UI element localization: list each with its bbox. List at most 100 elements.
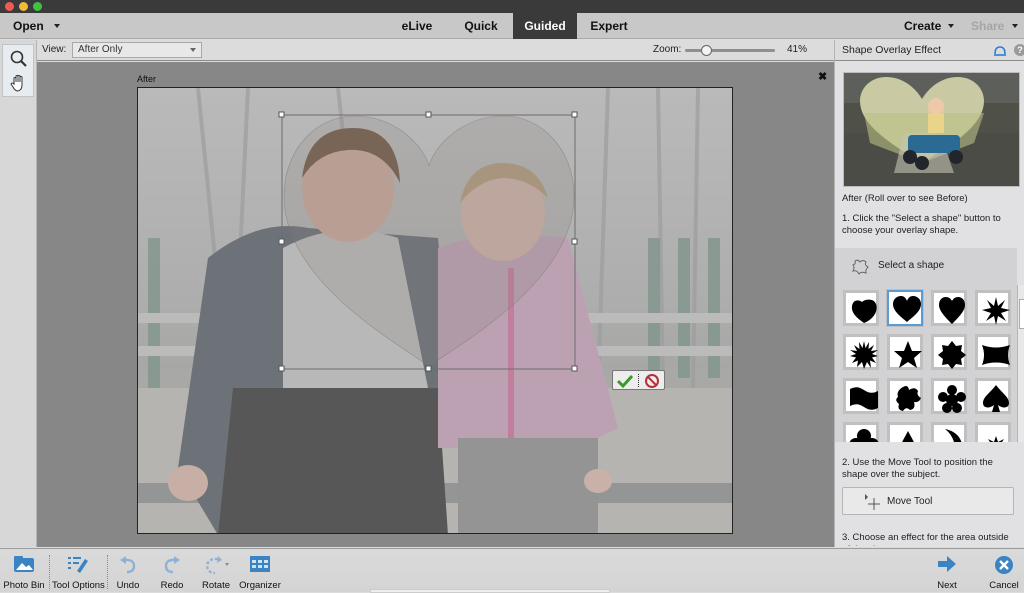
shape-grid-scrollbar[interactable] <box>1017 285 1024 442</box>
rotate-button[interactable]: Rotate <box>198 549 234 593</box>
shape-grid <box>835 285 1017 442</box>
view-select-value: After Only <box>78 44 123 55</box>
preview-image[interactable] <box>843 72 1020 187</box>
share-caret-icon[interactable] <box>1012 24 1018 28</box>
toolbox <box>2 44 34 97</box>
move-tool-button[interactable]: Move Tool <box>842 487 1014 515</box>
organizer-button[interactable]: Organizer <box>238 549 282 593</box>
open-dropdown-caret-icon[interactable] <box>54 24 60 28</box>
move-tool-icon <box>865 494 880 510</box>
window-minimize-button[interactable] <box>19 2 28 11</box>
transform-handle[interactable] <box>278 365 285 372</box>
transform-handle[interactable] <box>571 111 578 118</box>
shape-option-heart-wide[interactable] <box>931 290 967 326</box>
heart-wide-shape-icon <box>939 297 965 324</box>
tool-options-label: Tool Options <box>52 580 105 591</box>
cancel-x-icon <box>995 556 1013 574</box>
transform-handle[interactable] <box>278 238 285 245</box>
photo-canvas[interactable] <box>137 87 733 534</box>
tab-elive[interactable]: eLive <box>388 13 446 39</box>
zoom-slider[interactable] <box>685 45 775 56</box>
commit-cancel-widget <box>612 370 665 390</box>
toolbox-column <box>0 40 37 547</box>
starburst-8-shape-icon <box>982 297 1010 325</box>
open-button[interactable]: Open <box>13 19 44 33</box>
checkmark-icon[interactable] <box>616 373 634 389</box>
cancel-button[interactable]: Cancel <box>985 549 1023 593</box>
photo-image <box>138 88 732 533</box>
zoom-tool-icon[interactable] <box>9 49 29 69</box>
organizer-icon <box>250 556 270 572</box>
starburst-16-shape-icon <box>850 341 878 369</box>
select-shape-label: Select a shape <box>878 260 945 271</box>
shape-option-starburst-16[interactable] <box>843 334 879 370</box>
transform-handle[interactable] <box>278 111 285 118</box>
heart-rough-shape-icon <box>851 299 877 323</box>
window-close-button[interactable] <box>5 2 14 11</box>
redo-icon <box>164 556 180 574</box>
bottom-taskbar: Photo Bin Tool Options Undo Redo Rotate … <box>0 548 1024 593</box>
share-button[interactable]: Share <box>971 19 1004 33</box>
star-5-shape-icon <box>894 341 922 368</box>
scrollbar-thumb[interactable] <box>1019 299 1024 329</box>
undo-button[interactable]: Undo <box>112 549 144 593</box>
move-tool-label: Move Tool <box>887 496 933 507</box>
shape-option-bow-rect[interactable] <box>975 334 1011 370</box>
shape-option-heart-rough[interactable] <box>843 290 879 326</box>
divider <box>107 555 108 589</box>
bow-rect-shape-icon <box>982 345 1010 365</box>
shape-option-wave-flag[interactable] <box>843 378 879 414</box>
view-select[interactable]: After Only <box>72 42 202 58</box>
shape-option-triangle[interactable] <box>887 422 923 442</box>
redo-button[interactable]: Redo <box>156 549 188 593</box>
shape-option-ornament[interactable] <box>975 422 1011 442</box>
star-8-shape-icon <box>938 341 966 369</box>
shape-option-star-8[interactable] <box>931 334 967 370</box>
tab-guided[interactable]: Guided <box>513 13 577 39</box>
zoom-value: 41% <box>787 44 808 55</box>
photo-bin-tray-edge <box>370 589 610 593</box>
close-icon[interactable]: ✖ <box>818 70 827 83</box>
reset-icon[interactable] <box>993 45 1007 57</box>
tab-quick[interactable]: Quick <box>452 13 510 39</box>
shape-option-club[interactable] <box>843 422 879 442</box>
transform-handle[interactable] <box>571 365 578 372</box>
step2-instructions: 2. Use the Move Tool to position the sha… <box>842 457 993 480</box>
create-button[interactable]: Create <box>904 19 941 33</box>
undo-icon <box>120 556 136 574</box>
tab-expert[interactable]: Expert <box>580 13 638 39</box>
shape-option-starburst-8[interactable] <box>975 290 1011 326</box>
ornament-shape-icon <box>988 436 1004 442</box>
hand-tool-icon[interactable] <box>9 73 29 93</box>
create-caret-icon[interactable] <box>948 24 954 28</box>
select-shape-button[interactable]: Select a shape <box>835 248 1017 285</box>
crescent-shape-icon <box>945 429 962 442</box>
next-arrow-icon <box>938 556 956 572</box>
shape-option-star-5[interactable] <box>887 334 923 370</box>
divider <box>638 374 639 387</box>
shape-puzzle-icon <box>851 259 869 275</box>
shape-option-crescent[interactable] <box>931 422 967 442</box>
shape-option-splat[interactable] <box>887 378 923 414</box>
step3-instructions: 3. Choose an effect for the area outside… <box>842 532 1009 546</box>
shape-option-spade[interactable] <box>975 378 1011 414</box>
tool-options-button[interactable]: Tool Options <box>52 549 105 593</box>
shape-option-flower-5[interactable] <box>931 378 967 414</box>
shape-option-heart[interactable] <box>886 289 924 327</box>
photo-bin-button[interactable]: Photo Bin <box>2 549 46 593</box>
club-shape-icon <box>849 429 879 442</box>
cancel-label: Cancel <box>989 580 1019 591</box>
triangle-shape-icon <box>902 431 914 442</box>
undo-label: Undo <box>116 580 140 591</box>
zoom-slider-handle[interactable] <box>701 45 712 56</box>
redo-label: Redo <box>160 580 184 591</box>
panel-header: Shape Overlay Effect ? <box>835 40 1024 61</box>
window-zoom-button[interactable] <box>33 2 42 11</box>
prohibited-icon[interactable] <box>644 373 660 389</box>
transform-handle[interactable] <box>425 111 432 118</box>
transform-handle[interactable] <box>571 238 578 245</box>
help-icon[interactable]: ? <box>1014 44 1024 56</box>
transform-handle[interactable] <box>425 365 432 372</box>
next-button[interactable]: Next <box>930 549 964 593</box>
divider <box>49 555 50 589</box>
